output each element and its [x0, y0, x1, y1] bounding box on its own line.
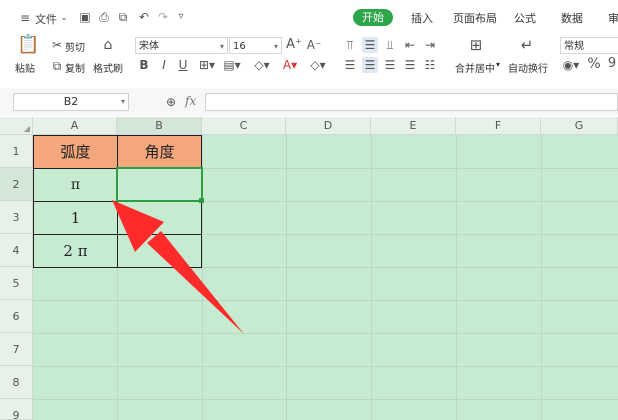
annotation-arrow — [112, 200, 244, 334]
arrow-shaft — [147, 231, 244, 334]
